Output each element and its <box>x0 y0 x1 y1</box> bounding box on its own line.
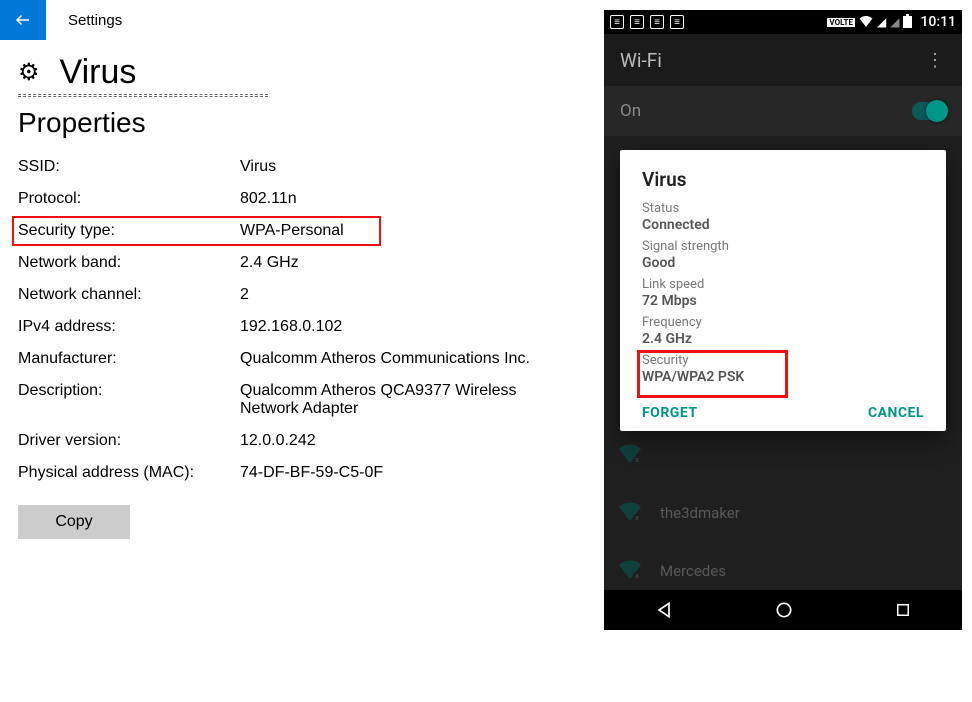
property-key: Description: <box>18 382 240 418</box>
dialog-key: Frequency <box>642 315 924 330</box>
notification-icon: ≡ <box>610 15 624 29</box>
property-value: 74-DF-BF-59-C5-0F <box>240 464 570 482</box>
wifi-status-icon <box>859 15 873 30</box>
property-row: Driver version:12.0.0.242 <box>18 425 590 457</box>
property-key: Driver version: <box>18 432 240 450</box>
windows-settings-panel: Settings ⚙ Virus Properties SSID:VirusPr… <box>0 0 590 702</box>
header-title: Wi-Fi <box>620 49 662 72</box>
android-phone: ≡ ≡ ≡ ≡ VOLTE ◢ ◢ 10:11 Wi-Fi ⋮ On the3d… <box>604 10 962 630</box>
copy-button[interactable]: Copy <box>18 505 130 539</box>
home-icon[interactable] <box>774 600 794 620</box>
property-value: 12.0.0.242 <box>240 432 570 450</box>
android-navbar <box>604 590 962 630</box>
battery-icon <box>903 14 912 31</box>
property-value: 2 <box>240 286 570 304</box>
property-row: IPv4 address:192.168.0.102 <box>18 311 590 343</box>
dialog-title: Virus <box>642 168 924 191</box>
page-title: Virus <box>60 53 137 92</box>
volte-badge: VOLTE <box>827 18 855 27</box>
property-key: IPv4 address: <box>18 318 240 336</box>
divider <box>18 94 268 97</box>
security-value: WPA/WPA2 PSK <box>642 369 924 385</box>
network-dialog: Virus StatusConnected Signal strengthGood… <box>620 150 946 431</box>
overflow-menu-icon[interactable]: ⋮ <box>926 50 946 71</box>
property-key: Network channel: <box>18 286 240 304</box>
property-value: Qualcomm Atheros Communications Inc. <box>240 350 570 368</box>
signal-icon: ◢ <box>890 15 899 29</box>
windows-header: Settings <box>0 0 590 40</box>
property-value: 802.11n <box>240 190 570 208</box>
notification-icon: ≡ <box>670 15 684 29</box>
clock: 10:11 <box>920 14 956 30</box>
property-row: Network band:2.4 GHz <box>18 247 590 279</box>
dialog-value: Connected <box>642 217 924 233</box>
back-button[interactable] <box>0 0 46 40</box>
settings-label: Settings <box>68 12 122 29</box>
wifi-header: Wi-Fi ⋮ <box>604 34 962 86</box>
property-row: Security type:WPA-Personal <box>18 215 590 247</box>
wifi-content: the3dmakerMercedes Virus StatusConnected… <box>604 136 962 590</box>
security-section: Security WPA/WPA2 PSK <box>642 353 924 385</box>
wifi-toggle[interactable] <box>912 102 946 120</box>
dialog-key: Status <box>642 201 924 216</box>
gear-icon: ⚙ <box>18 61 40 85</box>
dialog-value: 2.4 GHz <box>642 331 924 347</box>
dialog-key: Link speed <box>642 277 924 292</box>
dialog-value: 72 Mbps <box>642 293 924 309</box>
property-value: 192.168.0.102 <box>240 318 570 336</box>
property-row: Network channel:2 <box>18 279 590 311</box>
dialog-key: Signal strength <box>642 239 924 254</box>
cancel-button[interactable]: CANCEL <box>868 405 924 421</box>
status-bar: ≡ ≡ ≡ ≡ VOLTE ◢ ◢ 10:11 <box>604 10 962 34</box>
wifi-toggle-row: On <box>604 86 962 136</box>
property-key: Security type: <box>18 222 240 240</box>
property-row: Protocol:802.11n <box>18 183 590 215</box>
toggle-label: On <box>620 101 641 121</box>
property-row: Manufacturer:Qualcomm Atheros Communicat… <box>18 343 590 375</box>
property-value: Qualcomm Atheros QCA9377 Wireless Networ… <box>240 382 570 418</box>
dialog-value: Good <box>642 255 924 271</box>
property-value: WPA-Personal <box>240 222 570 240</box>
properties-heading: Properties <box>18 107 590 139</box>
notification-icon: ≡ <box>650 15 664 29</box>
property-key: SSID: <box>18 158 240 176</box>
back-icon[interactable] <box>654 600 674 620</box>
property-value: 2.4 GHz <box>240 254 570 272</box>
property-row: SSID:Virus <box>18 151 590 183</box>
property-row: Description:Qualcomm Atheros QCA9377 Wir… <box>18 375 590 425</box>
property-value: Virus <box>240 158 570 176</box>
property-row: Physical address (MAC):74-DF-BF-59-C5-0F <box>18 457 590 489</box>
signal-icon: ◢ <box>877 15 886 29</box>
forget-button[interactable]: FORGET <box>642 405 698 421</box>
security-key: Security <box>642 353 924 368</box>
property-key: Protocol: <box>18 190 240 208</box>
property-key: Network band: <box>18 254 240 272</box>
property-key: Physical address (MAC): <box>18 464 240 482</box>
notification-icon: ≡ <box>630 15 644 29</box>
recents-icon[interactable] <box>894 601 912 619</box>
property-key: Manufacturer: <box>18 350 240 368</box>
properties-table: SSID:VirusProtocol:802.11nSecurity type:… <box>18 151 590 489</box>
